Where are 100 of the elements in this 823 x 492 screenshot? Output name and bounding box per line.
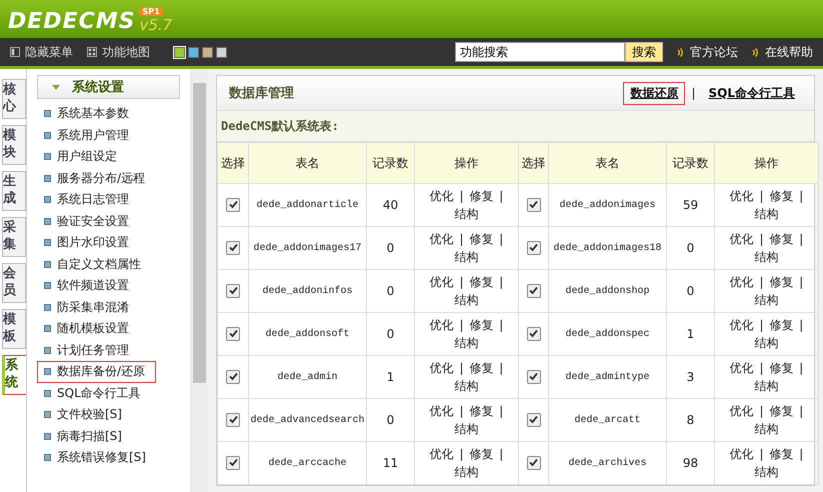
bullet-icon bbox=[44, 454, 51, 462]
scrollbar[interactable] bbox=[190, 69, 208, 492]
bullet-icon bbox=[44, 153, 51, 160]
sidebar-item[interactable]: 软件频道设置 bbox=[37, 275, 140, 296]
signal-icon bbox=[752, 48, 760, 56]
column-header: 操作 bbox=[754, 156, 778, 170]
bullet-icon bbox=[44, 432, 51, 440]
sidebar-item[interactable]: 系统日志管理 bbox=[37, 189, 140, 210]
column-header: 操作 bbox=[454, 156, 478, 170]
sidebar-item[interactable]: 图片水印设置 bbox=[37, 232, 140, 254]
table-name: dede_addoninfos bbox=[262, 286, 352, 297]
record-count: 0 bbox=[386, 284, 394, 298]
version-label: v5.7 bbox=[139, 16, 172, 34]
bullet-icon bbox=[44, 346, 51, 354]
side-tab[interactable]: 核心 bbox=[2, 79, 26, 119]
checkbox[interactable] bbox=[226, 456, 240, 470]
side-tab[interactable]: 系统 bbox=[2, 355, 28, 395]
search-field[interactable]: 功能搜索 bbox=[455, 42, 625, 62]
side-tab[interactable]: 生成 bbox=[2, 171, 26, 211]
header-link[interactable]: 官方论坛 bbox=[690, 44, 738, 60]
record-count: 1 bbox=[686, 327, 694, 341]
sidebar-item[interactable]: 随机模板设置 bbox=[37, 318, 140, 340]
bullet-icon bbox=[44, 174, 51, 182]
bullet-icon bbox=[44, 239, 51, 246]
search-button[interactable]: 搜索 bbox=[625, 42, 663, 62]
grid-icon bbox=[87, 47, 97, 57]
bullet-icon bbox=[44, 304, 51, 311]
sidebar-item[interactable]: 用户组设定 bbox=[37, 146, 128, 168]
theme-swatch[interactable] bbox=[202, 46, 213, 58]
checkbox[interactable] bbox=[526, 326, 540, 341]
logo: DEDECMS bbox=[8, 9, 136, 34]
panel-link[interactable]: SQL命令行工具 bbox=[702, 82, 802, 104]
caret-icon bbox=[52, 84, 60, 90]
checkbox[interactable] bbox=[526, 240, 540, 255]
sidebar-item[interactable]: 数据库备份/还原 bbox=[37, 361, 156, 382]
checkbox[interactable] bbox=[526, 412, 540, 427]
toolbar-button[interactable]: 功能地图 bbox=[87, 44, 150, 60]
record-count: 3 bbox=[686, 370, 694, 384]
sidebar-item[interactable]: SQL命令行工具 bbox=[37, 382, 152, 404]
sidebar-item[interactable]: 自定义文档属性 bbox=[37, 254, 152, 275]
side-tab[interactable]: 模块 bbox=[2, 125, 26, 165]
table-name: dede_addonimages18 bbox=[553, 243, 662, 254]
checkbox[interactable] bbox=[526, 456, 540, 470]
sidebar-item[interactable]: 计划任务管理 bbox=[37, 340, 140, 361]
bullet-icon bbox=[44, 196, 51, 204]
section-title: DedeCMS默认系统表: bbox=[217, 111, 814, 142]
checkbox[interactable] bbox=[226, 326, 240, 341]
sidebar-header[interactable]: 系统设置 bbox=[37, 75, 180, 99]
column-header: 表名 bbox=[596, 156, 620, 170]
bullet-icon bbox=[44, 110, 51, 118]
checkbox[interactable] bbox=[226, 370, 240, 384]
sidebar-item[interactable]: 文件校验[S] bbox=[37, 404, 133, 426]
table-name: dede_admintype bbox=[565, 372, 650, 383]
record-count: 0 bbox=[686, 241, 694, 255]
checkbox[interactable] bbox=[226, 198, 240, 212]
checkbox[interactable] bbox=[526, 370, 540, 384]
sidebar-item[interactable]: 系统用户管理 bbox=[37, 124, 140, 146]
record-count: 11 bbox=[382, 456, 398, 470]
bullet-icon bbox=[44, 260, 51, 268]
sidebar-item[interactable]: 服务器分布/远程 bbox=[37, 168, 156, 189]
table-name: dede_advancedsearch bbox=[250, 415, 365, 426]
bullet-icon bbox=[44, 218, 51, 225]
side-tab[interactable]: 会员 bbox=[2, 263, 26, 303]
sidebar-item[interactable]: 系统错误修复[S] bbox=[37, 447, 157, 468]
table-name: dede_addonimages17 bbox=[253, 243, 362, 254]
theme-swatch[interactable] bbox=[216, 46, 227, 58]
side-tab[interactable]: 模板 bbox=[2, 309, 26, 349]
signal-icon bbox=[677, 48, 685, 56]
panel-title: 数据库管理 bbox=[229, 84, 294, 102]
side-tab[interactable]: 采集 bbox=[2, 217, 26, 257]
checkbox[interactable] bbox=[226, 240, 240, 255]
checkbox[interactable] bbox=[526, 284, 540, 298]
sidebar-item[interactable]: 病毒扫描[S] bbox=[37, 426, 133, 447]
checkbox[interactable] bbox=[526, 198, 540, 212]
record-count: 8 bbox=[686, 413, 694, 427]
record-count: 98 bbox=[682, 456, 698, 470]
table-name: dede_addonshop bbox=[565, 286, 650, 297]
table-name: dede_archives bbox=[568, 458, 646, 469]
panel-link[interactable]: 数据还原 bbox=[623, 82, 686, 104]
theme-swatch[interactable] bbox=[188, 46, 199, 58]
checkbox[interactable] bbox=[226, 412, 240, 427]
bullet-icon bbox=[44, 368, 51, 376]
table-name: dede_arcatt bbox=[574, 415, 640, 426]
sidebar-item[interactable]: 验证安全设置 bbox=[37, 210, 140, 232]
record-count: 0 bbox=[386, 241, 394, 255]
sidebar-item[interactable]: 防采集串混淆 bbox=[37, 296, 140, 318]
toolbar-button[interactable]: 隐藏菜单 bbox=[10, 44, 73, 60]
table-name: dede_addonimages bbox=[559, 200, 656, 211]
bullet-icon bbox=[44, 411, 51, 418]
record-count: 0 bbox=[386, 327, 394, 341]
table-name: dede_addonsoft bbox=[265, 329, 350, 340]
checkbox[interactable] bbox=[226, 284, 240, 298]
sidebar-item[interactable]: 系统基本参数 bbox=[37, 103, 140, 124]
header-link[interactable]: 在线帮助 bbox=[765, 44, 813, 60]
column-header: 选择 bbox=[221, 156, 245, 170]
bullet-icon bbox=[44, 390, 51, 397]
column-header: 表名 bbox=[296, 156, 320, 170]
columns-icon bbox=[10, 47, 20, 57]
theme-swatch[interactable] bbox=[174, 46, 185, 58]
table-name: dede_addonarticle bbox=[256, 200, 359, 211]
